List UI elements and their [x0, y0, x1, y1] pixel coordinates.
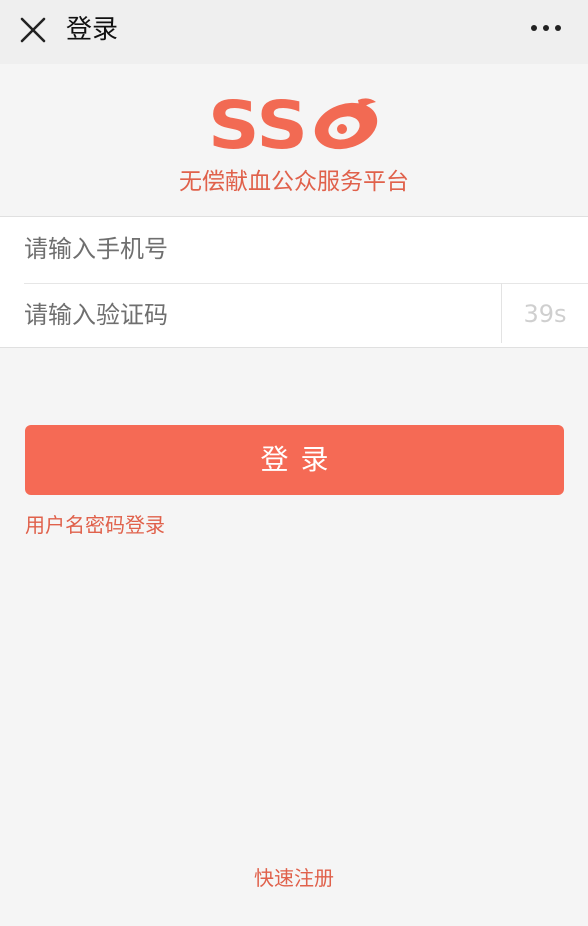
login-button[interactable]: 登录 [25, 425, 564, 495]
page-title: 登录 [66, 15, 119, 45]
brand-logo: SS [208, 92, 378, 154]
blood-drop-icon [314, 98, 378, 150]
phone-input[interactable] [24, 217, 564, 281]
verification-code-input[interactable] [24, 283, 484, 347]
resend-countdown: 39s [523, 300, 567, 328]
quick-register-link[interactable]: 快速注册 [0, 862, 588, 891]
phone-row [0, 217, 588, 283]
code-row: 39s [0, 283, 588, 349]
top-bar: 登录 [0, 0, 588, 64]
close-icon[interactable] [14, 12, 52, 50]
logo-area: SS 无偿献血公众服务平台 [0, 64, 588, 216]
password-login-link[interactable]: 用户名密码登录 [25, 509, 165, 538]
brand-tagline: 无偿献血公众服务平台 [179, 169, 409, 195]
logo-text: SS [208, 92, 308, 154]
login-form: 39s [0, 216, 588, 348]
more-icon[interactable] [522, 12, 570, 50]
